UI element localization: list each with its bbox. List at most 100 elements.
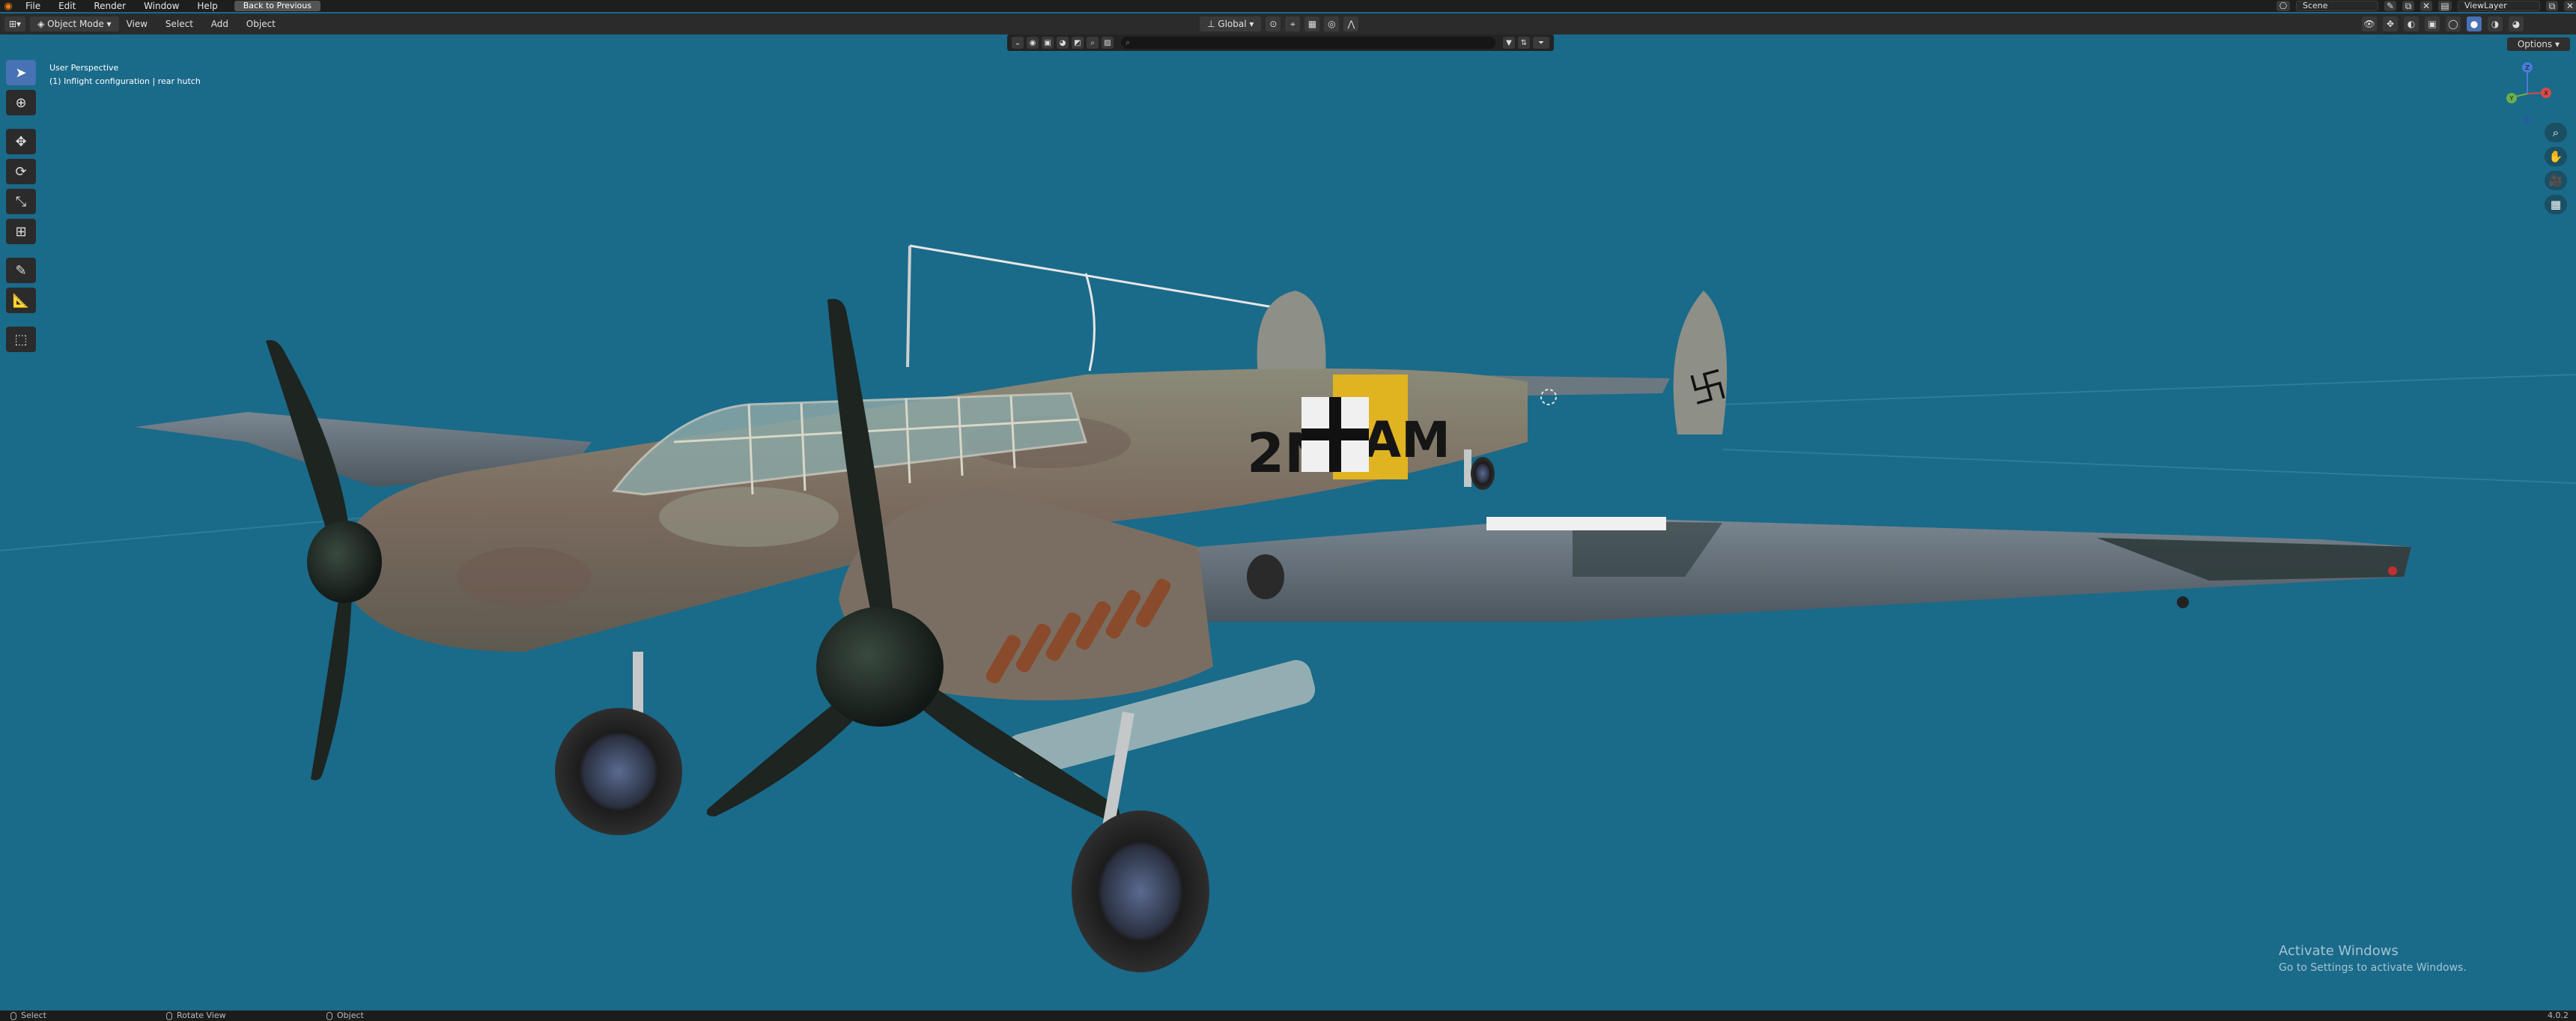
balkenkreuz bbox=[1301, 397, 1369, 472]
zoom-icon[interactable]: ⌕ bbox=[2545, 123, 2567, 142]
status-rotate: Rotate View bbox=[166, 1011, 226, 1021]
expand-icon[interactable]: ⌄ bbox=[1012, 37, 1024, 49]
pin-icon[interactable]: ✎ bbox=[2384, 1, 2396, 11]
back-to-previous-button[interactable]: Back to Previous bbox=[234, 1, 321, 11]
status-select-label: Select bbox=[21, 1011, 46, 1020]
top-menu-bar: ◉ File Edit Render Window Help Back to P… bbox=[0, 0, 2576, 12]
left-main-wheel bbox=[555, 708, 682, 835]
orientation-label: Global bbox=[1218, 19, 1247, 29]
scene-icon[interactable]: ⎔ bbox=[2276, 1, 2290, 11]
wireframe-shading-icon[interactable]: ◯ bbox=[2446, 16, 2461, 31]
antenna-mast bbox=[906, 245, 911, 368]
close-layer-icon[interactable]: ✕ bbox=[2564, 1, 2576, 11]
mouse-middle-icon bbox=[166, 1011, 172, 1020]
blender-logo-icon[interactable]: ◉ bbox=[0, 0, 16, 12]
wingtip-light bbox=[2388, 566, 2397, 575]
rendered-shading-icon[interactable]: ◕ bbox=[2509, 16, 2524, 31]
copy-layer-icon[interactable]: ⧉ bbox=[2546, 1, 2558, 11]
menu-render[interactable]: Render bbox=[85, 0, 135, 12]
options-button[interactable]: Options ▾ bbox=[2506, 37, 2570, 51]
status-bar: Select Rotate View Object 4.0.2 bbox=[0, 1011, 2576, 1021]
status-object: Object bbox=[326, 1011, 364, 1021]
grid-line bbox=[1722, 374, 2576, 405]
visibility-icon[interactable]: 👁 bbox=[2362, 16, 2377, 31]
mouse-left-icon bbox=[10, 1011, 16, 1020]
right-main-wheel bbox=[1072, 811, 1209, 972]
viewport-scene[interactable]: 卐 2N AM bbox=[0, 52, 2576, 1010]
proportional-edit-icon[interactable]: ◎ bbox=[1324, 16, 1340, 31]
menu-view[interactable]: View bbox=[119, 19, 155, 29]
mode-selector[interactable]: ◈ Object Mode ▾ bbox=[30, 16, 119, 31]
watermark-subtitle: Go to Settings to activate Windows. bbox=[2279, 962, 2467, 974]
gizmo-y-label: Y bbox=[2509, 95, 2514, 102]
view-layer-selector[interactable]: ViewLayer bbox=[2458, 1, 2540, 11]
version-label: 4.0.2 bbox=[2548, 1011, 2569, 1020]
menu-add[interactable]: Add bbox=[204, 19, 236, 29]
tail-fin-left bbox=[1257, 291, 1326, 375]
status-version: 4.0.2 bbox=[2548, 1011, 2569, 1021]
windows-activation-watermark: Activate Windows Go to Settings to activ… bbox=[2279, 943, 2467, 974]
camera-view-icon[interactable]: 🎥 bbox=[2545, 171, 2567, 190]
snap-target-icon[interactable]: ▦ bbox=[1304, 16, 1320, 31]
snap-icon[interactable]: ⌖ bbox=[1285, 16, 1301, 31]
grid-line bbox=[1722, 449, 2576, 484]
watermark-title: Activate Windows bbox=[2279, 943, 2399, 959]
gizmo-toggle-icon[interactable]: ✥ bbox=[2383, 16, 2398, 31]
camera-icon[interactable]: ⌕ bbox=[1087, 37, 1099, 49]
bookmark-icon[interactable]: ▼ bbox=[1503, 37, 1515, 49]
code-right: AM bbox=[1363, 411, 1450, 469]
status-object-label: Object bbox=[337, 1011, 364, 1020]
navigation-gizmo[interactable]: Z X Y bbox=[2486, 60, 2561, 127]
camo-blotch bbox=[659, 487, 839, 547]
view-layer-icon[interactable]: ▤ bbox=[2438, 1, 2452, 11]
editor-type-icon[interactable]: ⊞▾ bbox=[4, 16, 26, 31]
palette-icon[interactable]: ◉ bbox=[1027, 37, 1039, 49]
mouse-right-icon bbox=[326, 1011, 332, 1020]
scene-selector[interactable]: Scene bbox=[2296, 1, 2378, 11]
menu-object[interactable]: Object bbox=[239, 19, 283, 29]
mode-label: Object Mode bbox=[47, 19, 104, 29]
gizmo-x-label: X bbox=[2544, 90, 2548, 97]
outliner-filter-bar: ⌄ ◉ ▣ ◕ ◩ ⌕ ▨ ⌕ ▼ ⇅ ⏷ bbox=[1007, 34, 1554, 51]
close-icon[interactable]: ✕ bbox=[2420, 1, 2432, 11]
antenna-lead bbox=[1084, 273, 1096, 372]
xray-icon[interactable]: ▣ bbox=[2425, 16, 2440, 31]
status-select: Select bbox=[10, 1011, 46, 1021]
search-icon: ⌕ bbox=[1126, 37, 1131, 47]
search-input[interactable]: ⌕ bbox=[1121, 37, 1495, 49]
menu-help[interactable]: Help bbox=[188, 0, 226, 12]
tail-wheel-strut bbox=[1464, 449, 1471, 487]
filter-icon[interactable]: ⏷ bbox=[1533, 37, 1549, 49]
menu-file[interactable]: File bbox=[16, 0, 49, 12]
options-label: Options bbox=[2517, 39, 2553, 49]
sort-icon[interactable]: ⇅ bbox=[1518, 37, 1530, 49]
tail-wheel bbox=[1471, 457, 1495, 490]
gizmo-z-label: Z bbox=[2525, 64, 2530, 71]
camo-blotch bbox=[457, 547, 592, 607]
hide-icon[interactable]: ▣ bbox=[1042, 37, 1054, 49]
menu-select[interactable]: Select bbox=[158, 19, 201, 29]
air-intake bbox=[1247, 554, 1284, 599]
status-rotate-label: Rotate View bbox=[177, 1011, 226, 1020]
menu-edit[interactable]: Edit bbox=[49, 0, 85, 12]
gizmo-neg-z-ball[interactable] bbox=[2524, 116, 2531, 124]
render-icon[interactable]: ▨ bbox=[1102, 37, 1114, 49]
orientation-selector[interactable]: ⊥ Global ▾ bbox=[1200, 16, 1262, 31]
left-propeller bbox=[266, 340, 382, 781]
wing-cross bbox=[1486, 517, 1666, 530]
restrict-icon[interactable]: ◩ bbox=[1072, 37, 1084, 49]
falloff-icon[interactable]: ⋀ bbox=[1343, 16, 1359, 31]
overlay-icon[interactable]: ◐ bbox=[2404, 16, 2419, 31]
material-shading-icon[interactable]: ◑ bbox=[2488, 16, 2503, 31]
perspective-toggle-icon[interactable]: ▦ bbox=[2545, 195, 2567, 214]
menu-window[interactable]: Window bbox=[135, 0, 188, 12]
navigation-buttons: ⌕ ✋ 🎥 ▦ bbox=[2545, 123, 2567, 214]
pivot-icon[interactable]: ⊙ bbox=[1266, 16, 1281, 31]
select-icon[interactable]: ◕ bbox=[1057, 37, 1069, 49]
pitot-tube bbox=[2177, 596, 2189, 608]
solid-shading-icon[interactable]: ● bbox=[2467, 16, 2482, 31]
copy-icon[interactable]: ⧉ bbox=[2402, 1, 2414, 11]
viewport-header: ⊞▾ ◈ Object Mode ▾ View Select Add Objec… bbox=[0, 13, 2576, 34]
tail-fin-right bbox=[1673, 291, 1728, 434]
pan-hand-icon[interactable]: ✋ bbox=[2545, 147, 2567, 166]
